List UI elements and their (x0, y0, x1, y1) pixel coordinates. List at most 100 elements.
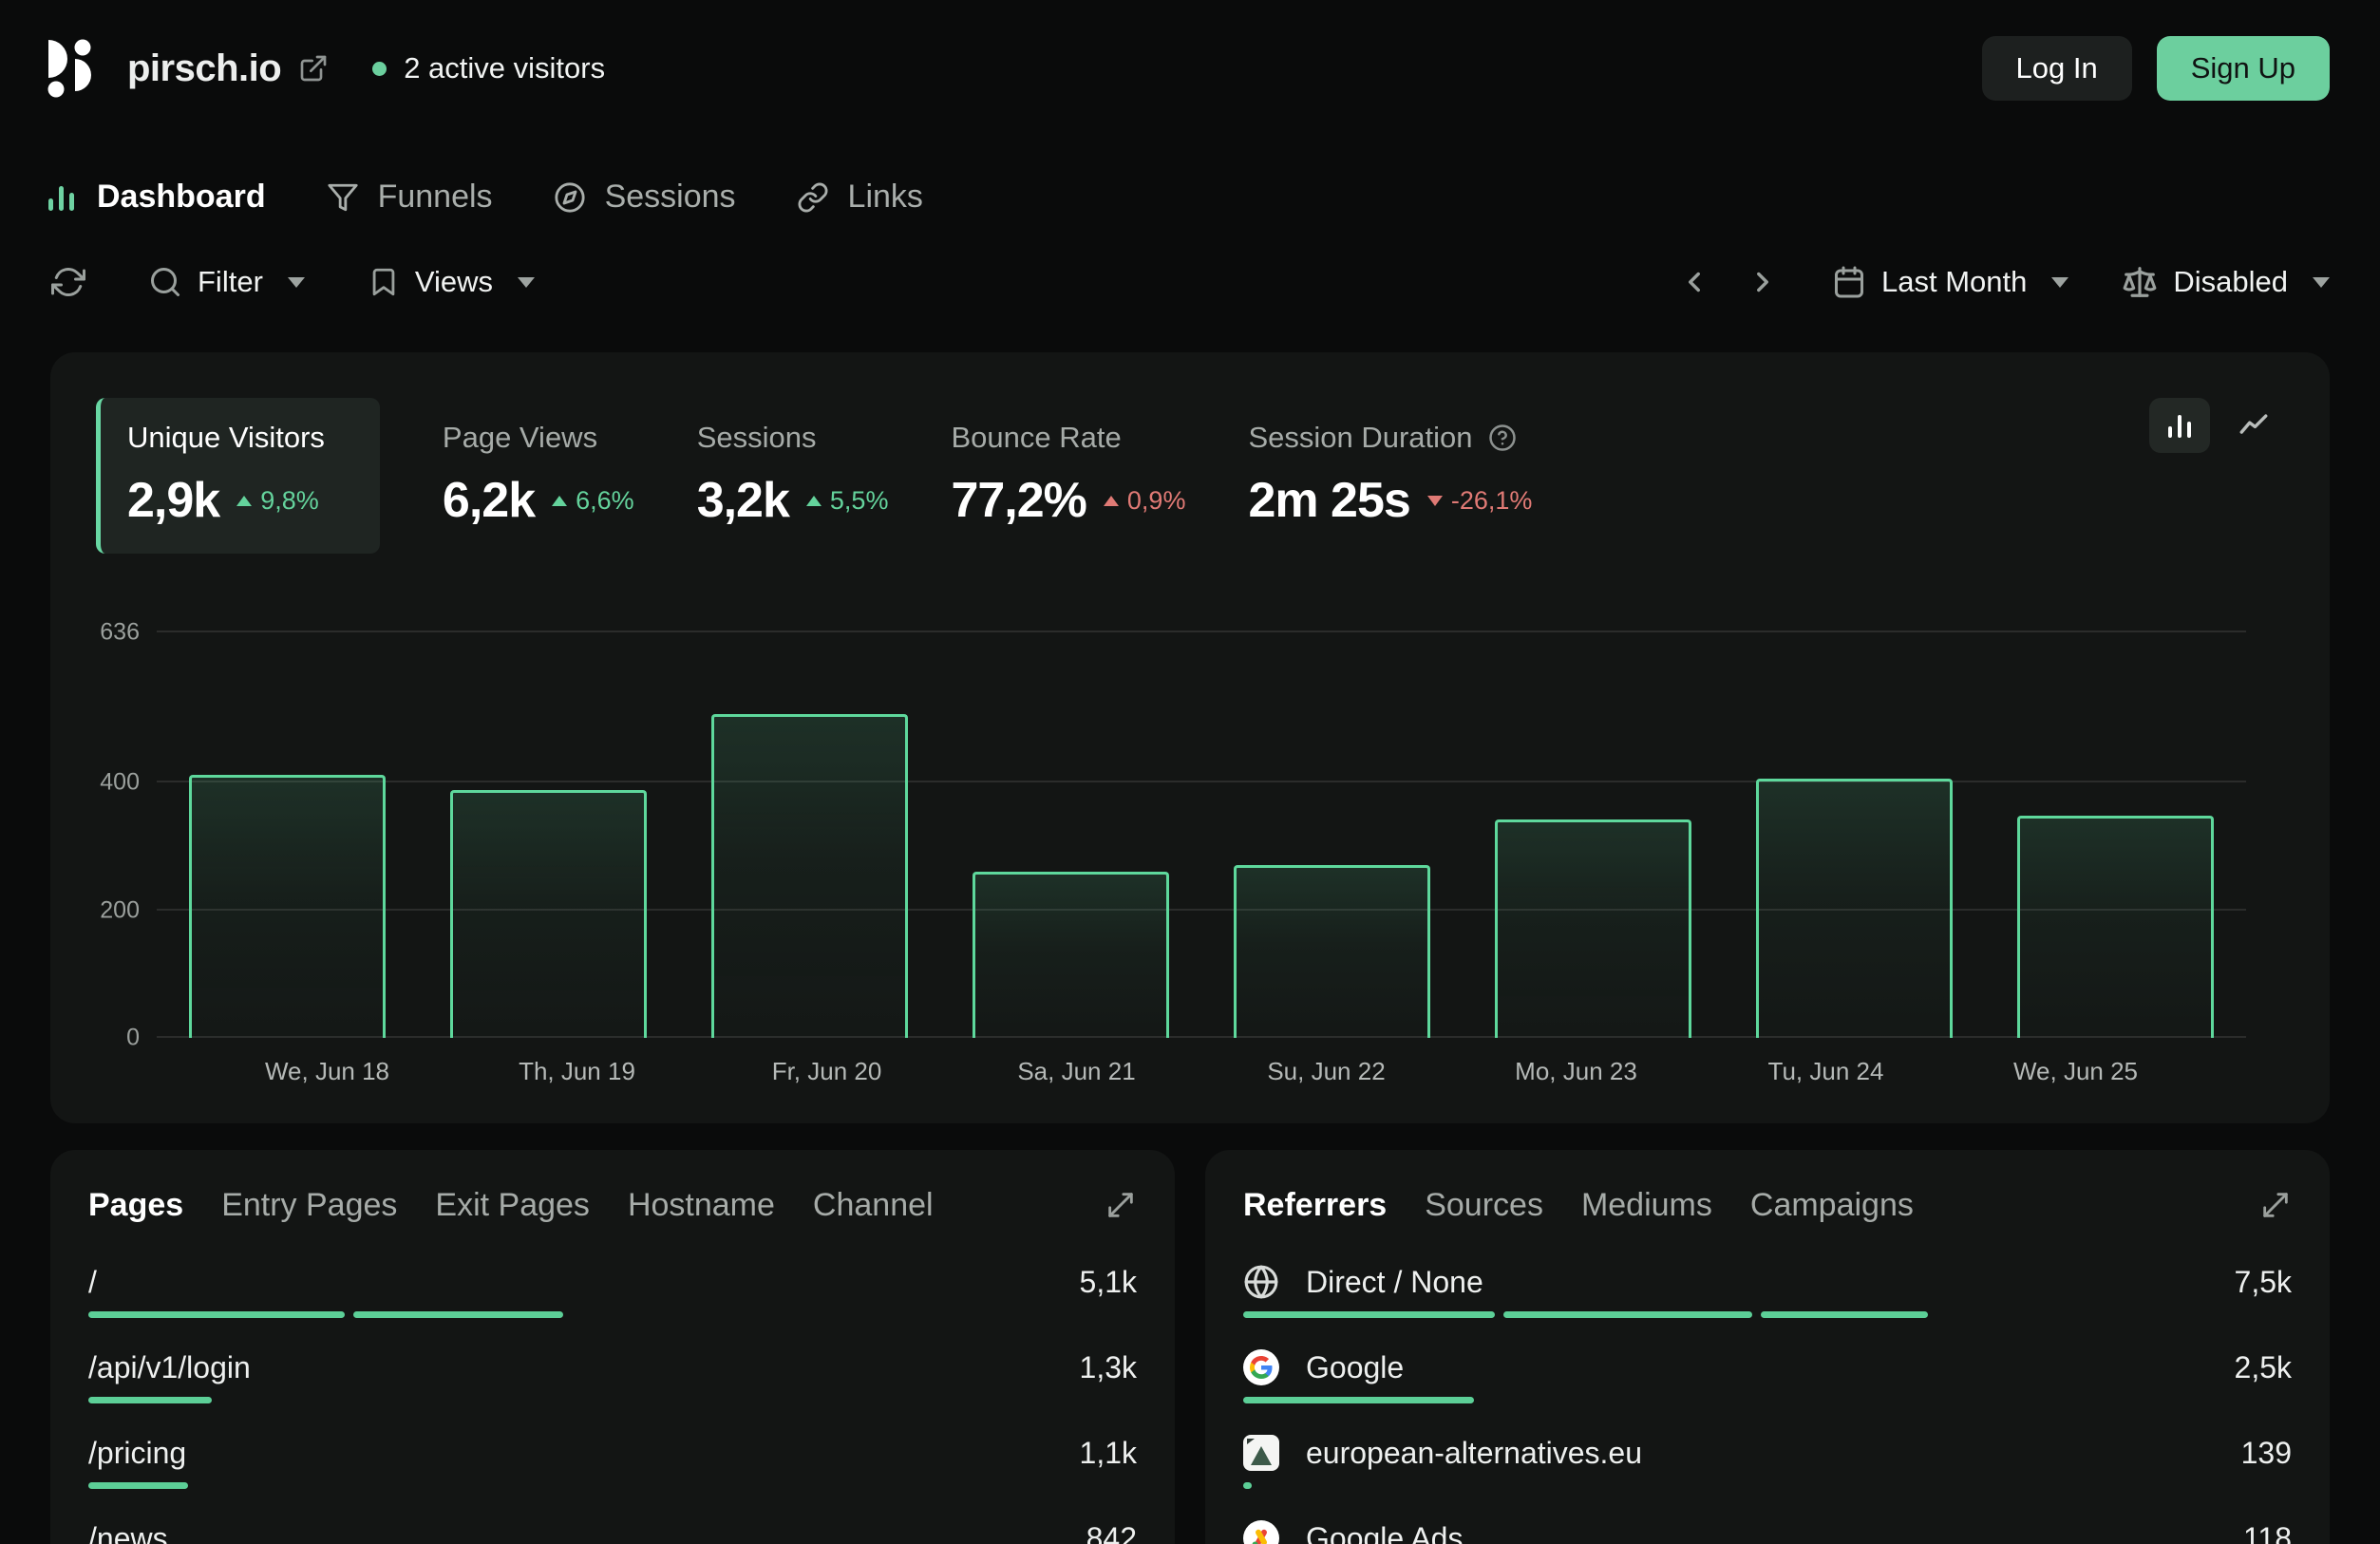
stat-label: Page Views (443, 421, 597, 455)
nav-label: Sessions (605, 179, 736, 216)
tab-mediums[interactable]: Mediums (1581, 1187, 1712, 1224)
bar-chart-toggle[interactable] (2149, 398, 2210, 453)
referrers-tabs: Referrers Sources Mediums Campaigns (1243, 1184, 2292, 1226)
stat-label: Sessions (697, 421, 817, 455)
referrers-panel: Referrers Sources Mediums Campaigns Direct … (1205, 1150, 2330, 1544)
row-value: 5,1k (1080, 1265, 1137, 1300)
x-axis-tick: Su, Jun 22 (1201, 1057, 1451, 1086)
stat-label: Session Duration (1248, 421, 1472, 455)
pirsch-logo[interactable] (46, 38, 101, 99)
stats-cards: Unique Visitors2,9k9,8%Page Views6,2k6,6… (96, 398, 1532, 554)
bar-th-jun-19[interactable] (450, 790, 646, 1038)
scale-icon (2122, 264, 2158, 300)
chart-type-toggles (2149, 398, 2284, 453)
bar-su-jun-22[interactable] (1234, 865, 1429, 1038)
sign-up-button[interactable]: Sign Up (2157, 36, 2330, 101)
row-label[interactable]: Google Ads (1306, 1521, 1463, 1544)
date-range-label: Last Month (1881, 265, 2027, 299)
dashboard-panel: Unique Visitors2,9k9,8%Page Views6,2k6,6… (50, 352, 2330, 1123)
x-axis-tick: Tu, Jun 24 (1701, 1057, 1951, 1086)
tab-hostname[interactable]: Hostname (628, 1187, 775, 1224)
tab-sources[interactable]: Sources (1425, 1187, 1543, 1224)
bar-tu-jun-24[interactable] (1756, 779, 1952, 1038)
stat-card-bounce-rate[interactable]: Bounce Rate77,2%0,9% (951, 398, 1185, 554)
nav-item-funnels[interactable]: Funnels (327, 179, 493, 216)
chevron-down-icon (2313, 277, 2330, 288)
date-range-dropdown[interactable]: Last Month (1832, 265, 2068, 299)
referrers-panel-expand-icon[interactable] (2259, 1189, 2292, 1221)
bar-mo-jun-23[interactable] (1495, 819, 1691, 1038)
stat-card-session-duration[interactable]: Session Duration2m 25s-26,1% (1248, 398, 1532, 554)
tab-exit-pages[interactable]: Exit Pages (435, 1187, 590, 1224)
row-label[interactable]: /news (88, 1521, 168, 1544)
row-value: 7,5k (2235, 1265, 2292, 1300)
stat-label: Unique Visitors (127, 421, 325, 455)
list-row-api-v1-login: /api/v1/login1,3k (88, 1349, 1137, 1403)
row-share-bar (88, 1311, 1137, 1318)
log-in-button[interactable]: Log In (1982, 36, 2132, 101)
filter-label: Filter (198, 265, 263, 299)
external-link-icon[interactable] (298, 53, 329, 84)
bar-fr-jun-20[interactable] (711, 714, 907, 1038)
refresh-icon[interactable] (46, 259, 91, 305)
stat-card-unique-visitors[interactable]: Unique Visitors 2,9k 9,8% (96, 398, 380, 554)
line-chart-toggle[interactable] (2223, 398, 2284, 453)
breakdown-panels: Pages Entry Pages Exit Pages Hostname Channe… (50, 1150, 2330, 1544)
stat-change: 9,8% (236, 486, 319, 516)
pages-tabs: Pages Entry Pages Exit Pages Hostname Channe… (88, 1184, 1137, 1226)
y-axis-tick: 636 (96, 619, 140, 647)
stat-card-sessions[interactable]: Sessions3,2k5,5% (697, 398, 889, 554)
stat-value: 6,2k (443, 474, 535, 527)
x-axis-tick: We, Jun 25 (1951, 1057, 2201, 1086)
x-axis-tick: We, Jun 18 (202, 1057, 452, 1086)
active-visitors-count[interactable]: 2 active visitors (404, 51, 605, 85)
stat-value: 2m 25s (1248, 474, 1409, 527)
stat-value: 2,9k (127, 474, 219, 527)
pages-rows: /5,1k/api/v1/login1,3k/pricing1,1k/news8… (88, 1264, 1137, 1544)
row-label[interactable]: /pricing (88, 1436, 186, 1470)
bar-we-jun-25[interactable] (2017, 816, 2213, 1038)
top-bar: pirsch.io 2 active visitors Log In Sign … (0, 0, 2380, 101)
x-axis-tick: Mo, Jun 23 (1451, 1057, 1701, 1086)
views-dropdown[interactable]: Views (368, 265, 535, 299)
row-share-bar (1243, 1311, 2292, 1318)
dashboard-toolbar: Filter Views Last Month (0, 259, 2380, 305)
trend-up-icon (1104, 496, 1119, 506)
filter-dropdown[interactable]: Filter (148, 265, 305, 299)
pages-panel-expand-icon[interactable] (1105, 1189, 1137, 1221)
tab-entry-pages[interactable]: Entry Pages (221, 1187, 397, 1224)
chevron-left-icon[interactable] (1672, 260, 1716, 304)
stat-card-page-views[interactable]: Page Views6,2k6,6% (443, 398, 634, 554)
row-label[interactable]: /api/v1/login (88, 1350, 251, 1384)
row-label[interactable]: Direct / None (1306, 1265, 1483, 1299)
list-row-pricing: /pricing1,1k (88, 1435, 1137, 1489)
globe-icon (1243, 1264, 1279, 1300)
list-row-google-ads: Google Ads 118 (1243, 1520, 2292, 1544)
tab-referrers[interactable]: Referrers (1243, 1187, 1387, 1224)
nav-item-dashboard[interactable]: Dashboard (46, 179, 266, 216)
calendar-icon (1832, 265, 1866, 299)
tab-channel[interactable]: Channel (813, 1187, 934, 1224)
site-title[interactable]: pirsch.io (127, 47, 281, 90)
active-visitors-dot (372, 62, 387, 76)
bar-we-jun-18[interactable] (189, 775, 385, 1038)
row-label[interactable]: Google (1306, 1350, 1404, 1384)
list-row-direct-none: Direct / None 7,5k (1243, 1264, 2292, 1318)
chevron-right-icon[interactable] (1741, 260, 1785, 304)
row-label[interactable]: european-alternatives.eu (1306, 1436, 1642, 1470)
y-axis-tick: 0 (96, 1025, 140, 1052)
help-icon[interactable] (1488, 424, 1517, 452)
bookmark-icon (368, 266, 400, 298)
stat-value: 3,2k (697, 474, 789, 527)
nav-item-links[interactable]: Links (797, 179, 923, 216)
bar-sa-jun-21[interactable] (973, 872, 1168, 1038)
row-label[interactable]: / (88, 1265, 97, 1299)
tab-pages[interactable]: Pages (88, 1187, 183, 1224)
views-label: Views (415, 265, 493, 299)
stat-change: 0,9% (1104, 486, 1186, 516)
nav-item-sessions[interactable]: Sessions (554, 179, 736, 216)
comparison-dropdown[interactable]: Disabled (2122, 264, 2330, 300)
row-value: 118 (2243, 1521, 2292, 1544)
comparison-label: Disabled (2173, 265, 2288, 299)
tab-campaigns[interactable]: Campaigns (1750, 1187, 1914, 1224)
